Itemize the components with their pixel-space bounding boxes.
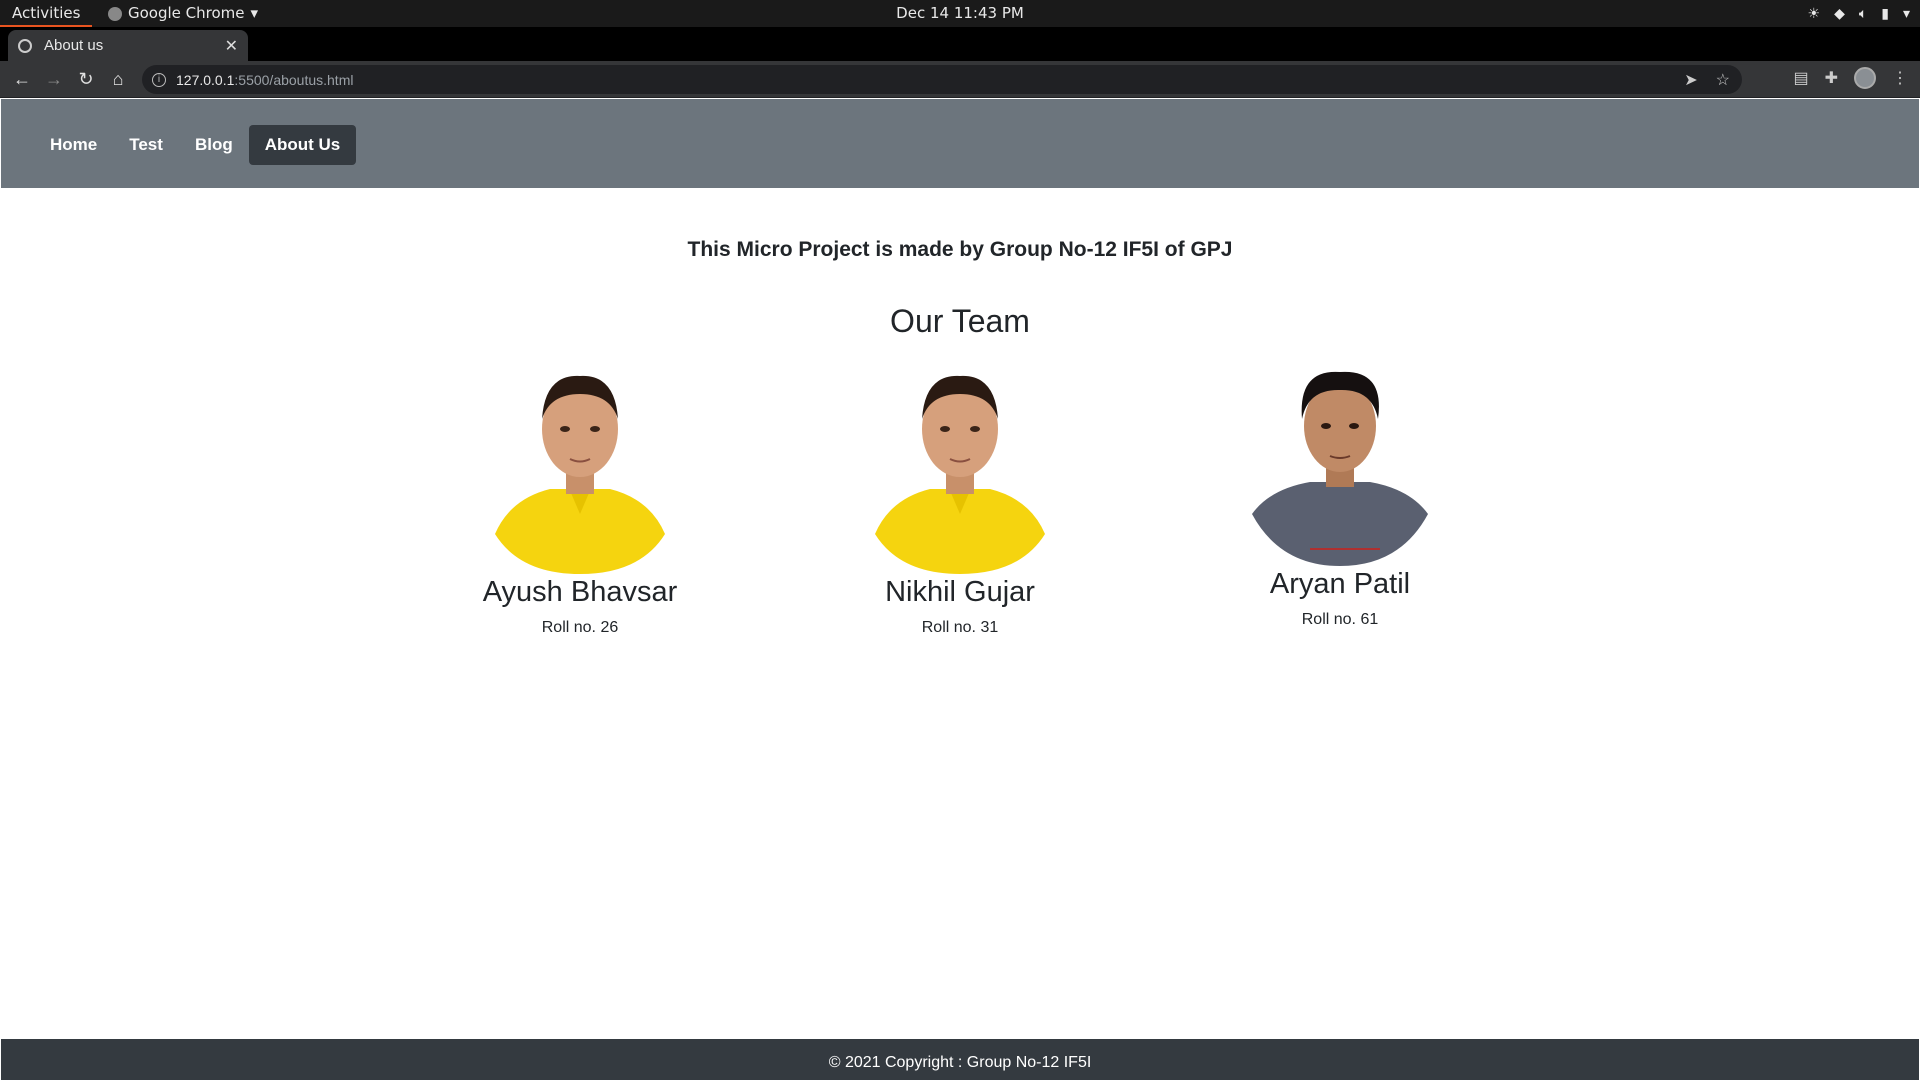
page-footer: © 2021 Copyright : Group No-12 IF5I [1, 1039, 1919, 1080]
home-icon[interactable]: ⌂ [106, 67, 130, 91]
send-icon[interactable]: ➤ [1684, 70, 1697, 90]
web-page: Home Test Blog About Us This Micro Proje… [0, 98, 1920, 1080]
nav-home[interactable]: Home [34, 125, 113, 165]
site-navbar: Home Test Blog About Us [1, 99, 1919, 188]
nav-about-us[interactable]: About Us [248, 125, 357, 165]
nav-blog[interactable]: Blog [179, 125, 249, 165]
member-photo [870, 364, 1050, 574]
activities-button[interactable]: Activities [0, 0, 93, 27]
app-name: Google Chrome [128, 4, 245, 22]
system-tray[interactable]: ☀ ◆ 🔈︎ ▮ ▾ [1808, 0, 1911, 27]
member-roll: Roll no. 61 [1301, 611, 1379, 628]
member-roll: Roll no. 26 [541, 619, 619, 636]
bookmark-star-icon[interactable]: ☆ [1716, 70, 1730, 90]
info-icon[interactable]: i [152, 72, 166, 87]
member-name: Ayush Bhavsar [482, 576, 678, 608]
address-bar[interactable]: i 127.0.0.1 :5500/aboutus.html ➤ ☆ [142, 65, 1742, 94]
volume-icon: 🔈︎ [1858, 5, 1868, 22]
team-member-card: Nikhil Gujar Roll no. 31 [830, 364, 1090, 637]
profile-avatar[interactable] [1854, 67, 1876, 89]
team-member-card: Ayush Bhavsar Roll no. 26 [450, 364, 710, 637]
forward-icon[interactable]: → [42, 67, 66, 91]
member-name: Aryan Patil [1269, 568, 1411, 600]
url-host: 127.0.0.1 [176, 71, 235, 88]
url-path: :5500/aboutus.html [234, 71, 354, 88]
browser-tab[interactable]: About us ✕ [8, 30, 248, 61]
extension-icon[interactable]: ▤ [1793, 68, 1808, 88]
clock[interactable]: Dec 14 11:43 PM [896, 4, 1024, 22]
chevron-down-icon: ▾ [250, 4, 259, 22]
chevron-down-icon: ▾ [1902, 5, 1910, 22]
more-menu-icon[interactable]: ⋮ [1892, 68, 1908, 88]
back-icon[interactable]: ← [10, 67, 34, 91]
wifi-icon: ◆ [1834, 5, 1845, 22]
battery-icon: ▮ [1881, 5, 1889, 22]
globe-icon [18, 38, 32, 53]
close-tab-icon[interactable]: ✕ [225, 36, 238, 56]
brightness-icon: ☀ [1807, 5, 1821, 22]
browser-toolbar: ← → ↻ ⌂ i 127.0.0.1 :5500/aboutus.html ➤… [0, 61, 1920, 98]
app-menu[interactable]: Google Chrome ▾ [108, 0, 258, 27]
member-name: Nikhil Gujar [885, 576, 1035, 608]
page-headline: This Micro Project is made by Group No-1… [687, 238, 1233, 261]
team-heading: Our Team [890, 303, 1030, 339]
nav-test[interactable]: Test [113, 125, 179, 165]
puzzle-icon[interactable]: ✚ [1825, 68, 1838, 88]
member-roll: Roll no. 31 [921, 619, 999, 636]
member-photo [490, 364, 670, 574]
os-top-bar: Activities Google Chrome ▾ Dec 14 11:43 … [0, 0, 1920, 27]
chrome-icon [108, 6, 122, 21]
tab-title: About us [44, 37, 104, 54]
tab-strip: About us ✕ + ⌄ – ❐ ✕ [0, 27, 1920, 83]
reload-icon[interactable]: ↻ [74, 67, 98, 91]
member-photo [1250, 364, 1430, 566]
team-member-card: Aryan Patil Roll no. 61 [1210, 364, 1470, 629]
